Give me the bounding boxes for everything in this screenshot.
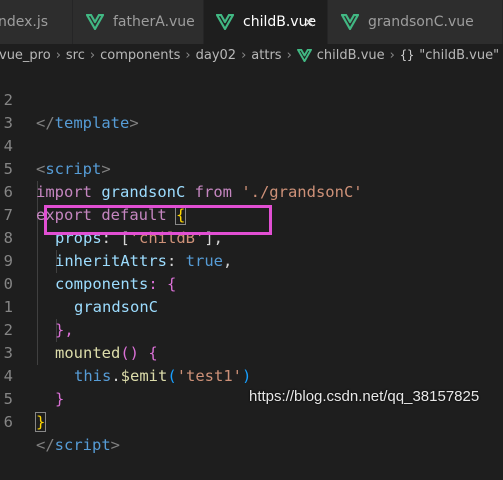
breadcrumb-item-label: childB.vue (316, 47, 385, 63)
breadcrumb: vue_pro › src › components › day02 › att… (0, 44, 503, 66)
chevron-right-icon: › (241, 47, 247, 63)
line-number: 6 (3, 413, 13, 431)
breadcrumb-item[interactable]: components (100, 48, 180, 63)
code-line: 5 } (0, 365, 503, 432)
code-token: script (54, 436, 111, 454)
vue-icon (86, 14, 104, 30)
breadcrumb-item-file[interactable]: childB.vue (296, 47, 385, 63)
code-line: 7 props: ['childB'], (0, 181, 503, 247)
chevron-right-icon: › (286, 47, 292, 63)
breadcrumb-item[interactable]: day02 (196, 48, 236, 63)
code-token: </ (36, 436, 55, 454)
breadcrumb-item[interactable]: src (66, 48, 85, 63)
code-line: 6 export default { (0, 158, 503, 225)
code-line: 3 (0, 89, 503, 132)
tab-label: grandsonC.vue (368, 14, 474, 30)
watermark: https://blog.csdn.net/qq_38157825 (249, 388, 480, 405)
tab-fathera-vue[interactable]: fatherA.vue (73, 0, 204, 44)
vue-icon (296, 48, 312, 62)
tab-grandsonc-vue[interactable]: grandsonC.vue (328, 0, 503, 44)
braces-icon: {} (399, 48, 415, 62)
code-editor[interactable]: 2 </template> 3 4 <script> 5 import gran… (0, 66, 503, 454)
close-icon[interactable]: × (301, 14, 317, 30)
breadcrumb-item[interactable]: vue_pro (0, 48, 51, 63)
chevron-right-icon: › (389, 47, 395, 63)
code-line: 5 import grandsonC from './grandsonC' (0, 135, 503, 201)
vue-icon (341, 14, 359, 30)
code-line: 2 </template> (0, 66, 503, 132)
breadcrumb-item-symbol[interactable]: {} "childB.vue" (400, 48, 499, 63)
chevron-right-icon: › (185, 47, 191, 63)
chevron-right-icon: › (89, 47, 96, 63)
code-token: } (34, 412, 47, 432)
code-line: 4 } (0, 342, 503, 408)
tab-label: fatherA.vue (113, 14, 195, 30)
code-line: 0 grandsonC (0, 250, 503, 316)
breadcrumb-item[interactable]: attrs (251, 48, 281, 63)
tab-label: ndex.js (0, 14, 49, 30)
code-line: 4 <script> (0, 112, 503, 178)
vue-icon (216, 14, 234, 30)
annotation-highlight-box (44, 205, 272, 235)
code-line: 1 }, (0, 273, 503, 339)
tab-index-js[interactable]: ndex.js (0, 0, 73, 44)
chevron-right-icon: › (55, 47, 61, 63)
breadcrumb-item-label: "childB.vue" (419, 47, 500, 63)
code-line: 2 mounted() { (0, 296, 503, 362)
code-line: 3 this.$emit('test1') (0, 319, 503, 385)
code-token: > (110, 436, 121, 454)
tab-childb-vue[interactable]: childB.vue × (204, 0, 328, 44)
editor-tab-bar: ndex.js fatherA.vue childB.vue × grandso… (0, 0, 503, 44)
